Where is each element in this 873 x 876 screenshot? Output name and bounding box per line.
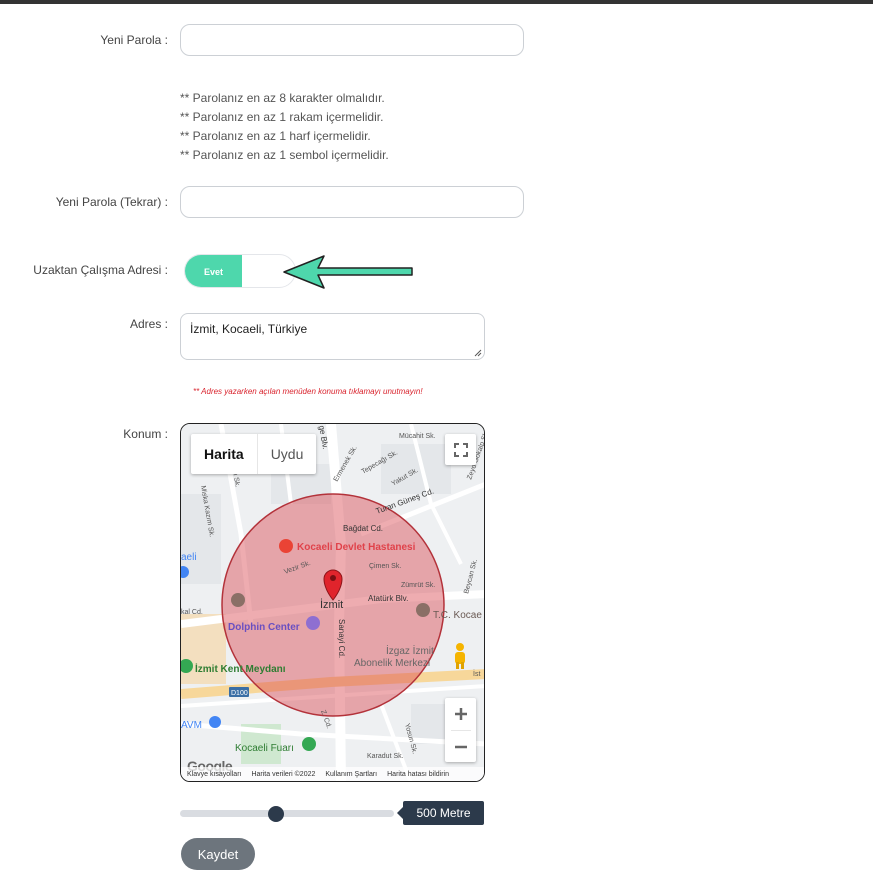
map-label-kal: kal Cd.	[181, 609, 203, 616]
map-label-d100: D100	[231, 690, 248, 697]
government-pin-icon[interactable]	[416, 603, 430, 617]
resize-grip-icon[interactable]	[474, 349, 482, 357]
radius-slider-value: 500 Metre	[397, 801, 484, 825]
map-label-fuari: Kocaeli Fuarı	[235, 743, 294, 754]
hospital-pin-icon[interactable]	[279, 539, 293, 553]
hint-line: ** Parolanız en az 1 harf içermelidir.	[180, 129, 371, 143]
location-label: Konum :	[123, 427, 168, 441]
remote-address-toggle[interactable]: Evet	[184, 254, 296, 288]
map-label-dolphin: Dolphin Center	[228, 622, 300, 633]
school-pin-icon[interactable]	[231, 593, 245, 607]
address-label: Adres :	[129, 317, 168, 331]
avm-pin-icon[interactable]	[209, 716, 221, 728]
keyboard-shortcuts-link[interactable]: Klavye kısayolları	[187, 771, 241, 778]
new-password-input[interactable]	[180, 24, 524, 56]
map-label-izgaz-2: Abonelik Merkezi	[354, 658, 430, 669]
map-label-aeli: aeli	[181, 552, 197, 563]
terms-link[interactable]: Kullanım Şartları	[325, 771, 377, 778]
hint-line: ** Parolanız en az 1 sembol içermelidir.	[180, 148, 389, 162]
map-label-zumrut: Zümrüt Sk.	[401, 582, 435, 589]
minus-icon	[454, 745, 467, 748]
map-label-hospital: Kocaeli Devlet Hastanesi	[297, 542, 416, 553]
zoom-control	[445, 698, 476, 762]
map-type-control: Harita Uydu	[191, 434, 317, 474]
annotation-arrow-icon	[283, 255, 413, 289]
plus-icon	[454, 708, 467, 720]
map-label-karadut: Karadut Sk.	[367, 753, 404, 760]
map-canvas[interactable]: Kocaeli Devlet Hastanesi İzmit Dolphin C…	[181, 424, 485, 782]
map-label-avm: AVM	[181, 720, 202, 731]
remote-address-label: Uzaktan Çalışma Adresi :	[33, 263, 168, 277]
map-label-ataturk: Atatürk Blv.	[368, 594, 408, 603]
map-data-text: Harita verileri ©2022	[251, 770, 316, 778]
map-label-city: İzmit	[320, 598, 343, 611]
hint-line: ** Parolanız en az 1 rakam içermelidir.	[180, 110, 384, 124]
map-type-uydu[interactable]: Uydu	[256, 434, 317, 474]
new-password-repeat-label: Yeni Parola (Tekrar) :	[55, 195, 168, 209]
map-label-izgaz-1: İzgaz İzmit	[386, 644, 434, 657]
zoom-in-button[interactable]	[454, 698, 468, 730]
zoom-out-button[interactable]	[454, 731, 468, 762]
report-error-link[interactable]: Harita hatası bildirin	[387, 771, 449, 778]
address-value: İzmit, Kocaeli, Türkiye	[190, 322, 308, 336]
hint-line: ** Parolanız en az 8 karakter olmalıdır.	[180, 91, 385, 105]
map-label-bagdat: Bağdat Cd.	[343, 524, 383, 533]
top-bar	[0, 0, 873, 4]
password-hints: ** Parolanız en az 8 karakter olmalıdır.…	[180, 89, 389, 165]
map-label-cimen: Çimen Sk.	[369, 563, 401, 570]
new-password-label: Yeni Parola :	[100, 33, 168, 47]
map-footer: Klavye kısayolları Harita verileri ©2022…	[181, 767, 484, 781]
fullscreen-button[interactable]	[445, 434, 476, 465]
radius-slider-track[interactable]	[180, 810, 394, 817]
map-label-sanayi: Sanayi Cd.	[337, 619, 346, 658]
radius-slider-thumb[interactable]	[268, 806, 285, 822]
shopping-pin-icon[interactable]	[306, 616, 320, 630]
map-label-tc: T.C. Kocae	[433, 610, 482, 621]
map-label-ist: İst	[473, 669, 480, 678]
address-warning: ** Adres yazarken açılan menüden konuma …	[193, 387, 423, 396]
map-label-kent: İzmit Kent Meydanı	[195, 662, 286, 675]
map-type-harita[interactable]: Harita	[191, 434, 257, 474]
toggle-on-label: Evet	[185, 255, 242, 287]
save-button[interactable]: Kaydet	[181, 838, 255, 870]
location-map[interactable]: Kocaeli Devlet Hastanesi İzmit Dolphin C…	[180, 423, 485, 782]
new-password-repeat-input[interactable]	[180, 186, 524, 218]
map-label-mucahit: Mücahit Sk.	[399, 433, 436, 440]
fullscreen-icon	[453, 442, 468, 457]
address-textarea[interactable]: İzmit, Kocaeli, Türkiye	[180, 313, 485, 360]
fair-pin-icon[interactable]	[302, 737, 316, 751]
